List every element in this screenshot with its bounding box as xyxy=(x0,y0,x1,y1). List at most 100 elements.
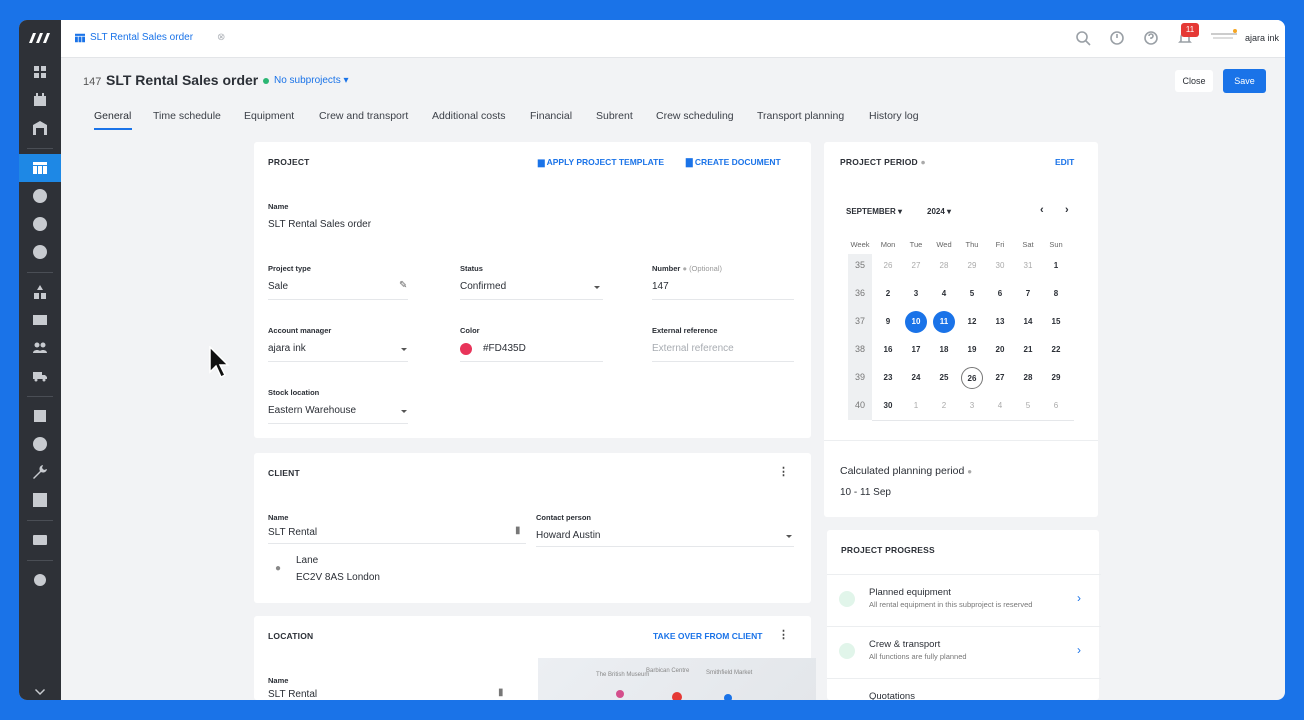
tab-transport-planning[interactable]: Transport planning xyxy=(757,110,844,122)
tab-subrent[interactable]: Subrent xyxy=(596,110,633,122)
take-over-button[interactable]: TAKE OVER FROM CLIENT xyxy=(653,631,762,641)
tasks-icon[interactable] xyxy=(19,402,61,430)
calendar-day[interactable]: 12 xyxy=(961,311,983,333)
calendar-day[interactable]: 20 xyxy=(989,339,1011,361)
pencil-icon[interactable]: ✎ xyxy=(399,280,407,291)
calendar-day[interactable]: 6 xyxy=(989,283,1011,305)
calendar-day[interactable]: 11 xyxy=(933,311,955,333)
progress-item[interactable]: Quotations xyxy=(827,678,1101,700)
calendar-day[interactable]: 31 xyxy=(1017,255,1039,277)
projects-icon[interactable] xyxy=(19,154,61,182)
dollar-icon[interactable] xyxy=(19,238,61,266)
calendar-day[interactable]: 19 xyxy=(961,339,983,361)
map-view[interactable]: The British Museum Barbican Centre Smith… xyxy=(538,658,816,700)
project-type-input[interactable]: Sale xyxy=(268,281,288,292)
wrench-icon[interactable] xyxy=(19,458,61,486)
calendar-day[interactable]: 6 xyxy=(1045,395,1067,417)
calendar-day[interactable]: 28 xyxy=(933,255,955,277)
dashboard-icon[interactable] xyxy=(19,58,61,86)
name-input[interactable]: SLT Rental Sales order xyxy=(268,219,371,230)
calendar-day[interactable]: 26 xyxy=(961,367,983,389)
calendar-day[interactable]: 2 xyxy=(933,395,955,417)
calendar-day[interactable]: 17 xyxy=(905,339,927,361)
progress-item[interactable]: Planned equipment All rental equipment i… xyxy=(827,574,1101,624)
location-name-input[interactable]: SLT Rental xyxy=(268,689,317,700)
calendar-day[interactable]: 28 xyxy=(1017,367,1039,389)
calendar-day[interactable]: 16 xyxy=(877,339,899,361)
equipment-icon[interactable] xyxy=(19,278,61,306)
edit-period-button[interactable]: EDIT xyxy=(1055,157,1074,167)
more-options-icon[interactable]: ⋮ xyxy=(778,628,789,641)
tab-equipment[interactable]: Equipment xyxy=(244,110,294,122)
calendar-day[interactable]: 21 xyxy=(1017,339,1039,361)
calendar-day[interactable]: 27 xyxy=(989,367,1011,389)
contact-person-select[interactable]: Howard Austin xyxy=(536,530,600,541)
calendar-day[interactable]: 1 xyxy=(905,395,927,417)
chart-icon[interactable] xyxy=(19,210,61,238)
calendar-day[interactable]: 4 xyxy=(989,395,1011,417)
tab-general[interactable]: General xyxy=(94,110,131,122)
calendar-day[interactable]: 25 xyxy=(933,367,955,389)
stock-location-select[interactable]: Eastern Warehouse xyxy=(268,405,356,416)
calendar-day[interactable]: 30 xyxy=(877,395,899,417)
warehouse-icon[interactable] xyxy=(19,114,61,142)
messages-icon[interactable] xyxy=(19,526,61,554)
calendar-day[interactable]: 14 xyxy=(1017,311,1039,333)
calendar-day[interactable]: 30 xyxy=(989,255,1011,277)
calendar-day[interactable]: 1 xyxy=(1045,255,1067,277)
progress-item[interactable]: Crew & transport All functions are fully… xyxy=(827,626,1101,676)
calendar-day[interactable]: 8 xyxy=(1045,283,1067,305)
calendar-day[interactable]: 9 xyxy=(877,311,899,333)
create-document-button[interactable]: ▇ CREATE DOCUMENT xyxy=(686,157,781,168)
reports-icon[interactable] xyxy=(19,486,61,514)
color-swatch[interactable] xyxy=(460,343,472,355)
truck-icon[interactable] xyxy=(19,362,61,390)
account-manager-select[interactable]: ajara ink xyxy=(268,343,306,354)
close-button[interactable]: Close xyxy=(1175,70,1213,92)
tab-crew-transport[interactable]: Crew and transport xyxy=(319,110,408,122)
more-options-icon[interactable]: ⋮ xyxy=(778,465,789,478)
timer-icon[interactable] xyxy=(1109,30,1125,46)
number-input[interactable]: 147 xyxy=(652,281,669,292)
calendar-day[interactable]: 24 xyxy=(905,367,927,389)
month-select[interactable]: SEPTEMBER ▾ xyxy=(846,207,902,216)
trash-icon[interactable]: ▮ xyxy=(498,687,504,698)
id-card-icon[interactable] xyxy=(19,306,61,334)
user-name[interactable]: ajara ink xyxy=(1245,33,1279,43)
client-name-input[interactable]: SLT Rental xyxy=(268,527,317,538)
app-logo[interactable] xyxy=(19,20,61,56)
save-button[interactable]: Save xyxy=(1223,69,1266,93)
status-select[interactable]: Confirmed xyxy=(460,281,506,292)
search-icon[interactable] xyxy=(1075,30,1091,46)
tab-additional-costs[interactable]: Additional costs xyxy=(432,110,506,122)
calendar-day[interactable]: 23 xyxy=(877,367,899,389)
help-icon[interactable] xyxy=(1143,30,1159,46)
calendar-day[interactable]: 10 xyxy=(905,311,927,333)
calendar-day[interactable]: 7 xyxy=(1017,283,1039,305)
external-reference-input[interactable]: External reference xyxy=(652,343,734,354)
tab-history-log[interactable]: History log xyxy=(869,110,919,122)
tab-close-icon[interactable]: ⊗ xyxy=(217,32,225,43)
trash-icon[interactable]: ▮ xyxy=(515,525,521,536)
contacts-icon[interactable] xyxy=(19,182,61,210)
calendar-day[interactable]: 3 xyxy=(961,395,983,417)
next-month-button[interactable]: › xyxy=(1065,204,1069,216)
calendar-day[interactable]: 5 xyxy=(961,283,983,305)
calendar-day[interactable]: 2 xyxy=(877,283,899,305)
calendar-day[interactable]: 18 xyxy=(933,339,955,361)
clock-icon[interactable] xyxy=(19,430,61,458)
year-select[interactable]: 2024 ▾ xyxy=(927,207,951,216)
calendar-day[interactable]: 3 xyxy=(905,283,927,305)
color-input[interactable]: #FD435D xyxy=(483,343,526,354)
subprojects-dropdown[interactable]: No subprojects ▾ xyxy=(274,75,349,86)
calendar-day[interactable]: 5 xyxy=(1017,395,1039,417)
tab-crew-scheduling[interactable]: Crew scheduling xyxy=(656,110,734,122)
calendar-day[interactable]: 26 xyxy=(877,255,899,277)
settings-icon[interactable] xyxy=(19,566,61,594)
calendar-day[interactable]: 15 xyxy=(1045,311,1067,333)
crew-icon[interactable] xyxy=(19,334,61,362)
calendar-icon[interactable] xyxy=(19,86,61,114)
calendar-day[interactable]: 13 xyxy=(989,311,1011,333)
tab-financial[interactable]: Financial xyxy=(530,110,572,122)
calendar-day[interactable]: 22 xyxy=(1045,339,1067,361)
